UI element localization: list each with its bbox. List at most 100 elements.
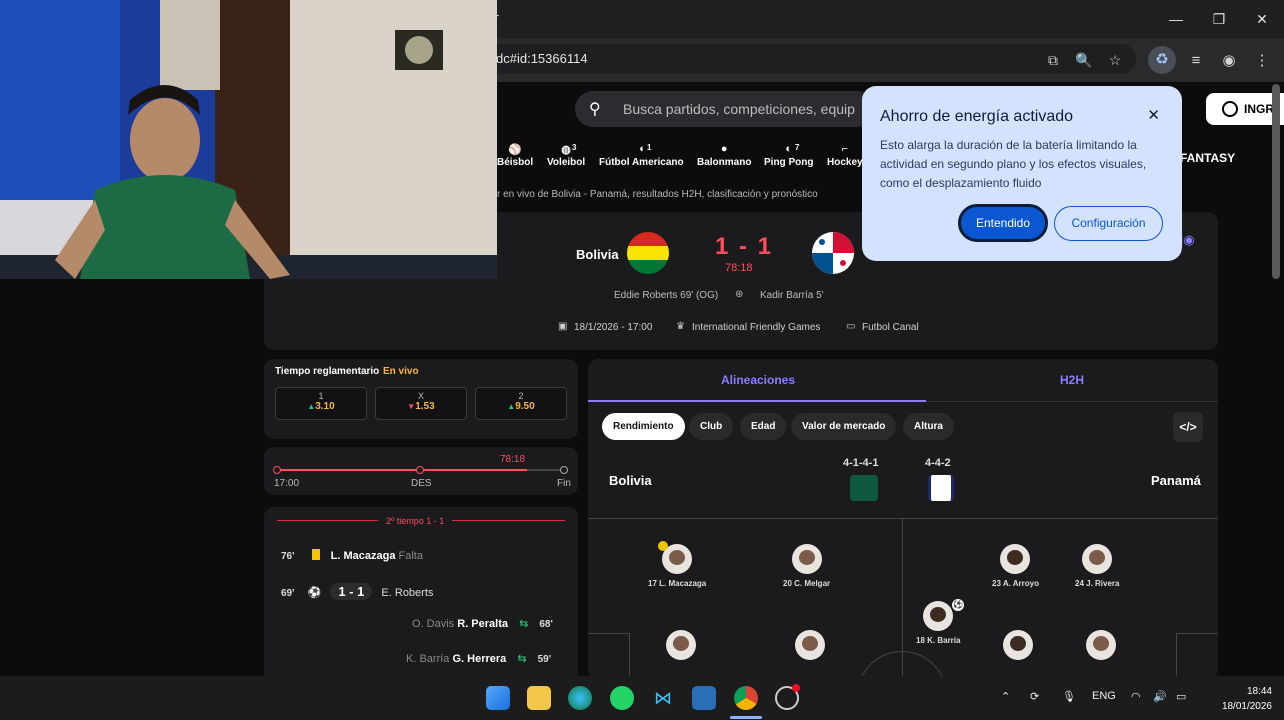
battery-icon[interactable]: ▭ xyxy=(1176,690,1186,703)
energy-saver-popup: Ahorro de energía activado ✕ Esto alarga… xyxy=(862,86,1182,261)
search-icon: ⚲ xyxy=(589,101,601,118)
sport-count: 7 xyxy=(795,143,800,152)
whatsapp-icon[interactable] xyxy=(610,686,634,710)
event-player-out[interactable]: O. Davis xyxy=(412,618,454,630)
chip-market-value[interactable]: Valor de mercado xyxy=(791,413,897,440)
sport-handball[interactable]: ● Balonmano xyxy=(697,143,751,168)
live-badge: En vivo xyxy=(383,366,419,377)
chip-performance[interactable]: Rendimiento xyxy=(602,413,685,440)
odd-value: 9.50 xyxy=(515,401,535,412)
photos-icon[interactable] xyxy=(692,686,716,710)
player-avatar xyxy=(666,630,696,660)
sport-label: Béisbol xyxy=(497,157,534,168)
chrome-icon[interactable] xyxy=(734,686,758,710)
odd-home[interactable]: 1 ▲3.10 xyxy=(275,387,367,420)
player-card[interactable]: 23 A. Arroyo xyxy=(992,544,1039,588)
menu-icon[interactable]: ⋮ xyxy=(1252,51,1272,71)
popup-ok-button[interactable]: Entendido xyxy=(958,204,1048,242)
user-icon xyxy=(1222,101,1238,117)
popup-close-icon[interactable]: ✕ xyxy=(1147,106,1160,124)
away-jersey-icon xyxy=(928,475,954,501)
start-icon[interactable] xyxy=(486,686,510,710)
yellow-card-icon xyxy=(311,549,320,560)
event-minute: 68' xyxy=(539,619,553,630)
microphone-icon[interactable]: 🎙 xyxy=(1062,690,1076,703)
address-bar[interactable]: dc#id:15366114 ⧉ 🔍 ☆ xyxy=(480,44,1136,74)
edge-icon[interactable] xyxy=(568,686,592,710)
page-scrollbar[interactable] xyxy=(1272,84,1280,279)
sport-ping-pong[interactable]: ◐ 7 Ping Pong xyxy=(764,143,813,168)
tv-icon: ▭ xyxy=(846,321,856,332)
url-text[interactable]: dc#id:15366114 xyxy=(496,51,588,66)
event-player[interactable]: L. Macazaga xyxy=(331,550,396,562)
tab-h2h[interactable]: H2H xyxy=(1060,373,1084,387)
reading-list-icon[interactable]: ≡ xyxy=(1186,51,1206,71)
event-minute: 59' xyxy=(537,654,552,665)
player-card[interactable]: 24 J. Rivera xyxy=(1075,544,1119,588)
taskbar: ⋈ ⌃ ⟳ 🎙 ENG ◠ 🔊 ▭ 18:44 18/01/2026 xyxy=(0,676,1284,720)
baseball-icon: ⚾ xyxy=(508,144,522,156)
player-card[interactable] xyxy=(666,630,696,665)
profile-icon[interactable]: ◉ xyxy=(1219,51,1239,71)
period-label: 2º tiempo 1 - 1 xyxy=(378,516,453,526)
zoom-icon[interactable]: 🔍 xyxy=(1075,51,1093,69)
popup-settings-button[interactable]: Configuración xyxy=(1054,206,1163,241)
event-player-in[interactable]: G. Herrera xyxy=(452,653,506,665)
sport-american-football[interactable]: ◖ 1 Fútbol Americano xyxy=(599,143,684,168)
event-score: 1 - 1 xyxy=(330,583,373,600)
player-card[interactable]: 20 C. Melgar xyxy=(783,544,830,588)
event-player-in[interactable]: R. Peralta xyxy=(457,618,508,630)
copilot-icon[interactable]: ⋈ xyxy=(651,686,675,710)
sync-icon[interactable]: ⟳ xyxy=(1030,690,1039,703)
player-card[interactable] xyxy=(1086,630,1116,665)
minimize-button[interactable]: — xyxy=(1165,8,1187,30)
fantasy-link[interactable]: FANTASY xyxy=(1180,151,1235,165)
player-name: 23 A. Arroyo xyxy=(992,579,1039,588)
timeline-start: 17:00 xyxy=(274,478,300,489)
odd-label: 1 xyxy=(318,391,324,401)
competition-link[interactable]: International Friendly Games xyxy=(692,322,820,333)
volume-icon[interactable]: 🔊 xyxy=(1153,690,1167,703)
embed-code-button[interactable]: </> xyxy=(1173,412,1203,442)
sport-baseball[interactable]: ⚾ Béisbol xyxy=(497,143,533,168)
install-icon[interactable]: ⧉ xyxy=(1044,51,1062,69)
energy-saver-icon[interactable]: ♻ xyxy=(1148,46,1176,74)
wifi-icon[interactable]: ◠ xyxy=(1131,690,1141,703)
player-card[interactable]: 17 L. Macazaga xyxy=(648,544,706,588)
timeline-end-dot xyxy=(560,466,568,474)
lineup-away-team: Panamá xyxy=(1151,473,1201,488)
event-player[interactable]: E. Roberts xyxy=(381,587,433,599)
event-player-out[interactable]: K. Barría xyxy=(406,653,449,665)
clock[interactable]: 18:44 18/01/2026 xyxy=(1206,684,1272,714)
bookmark-star-icon[interactable]: ☆ xyxy=(1106,51,1124,69)
player-card[interactable] xyxy=(1003,630,1033,665)
player-card[interactable] xyxy=(795,630,825,665)
search-placeholder: Busca partidos, competiciones, equip xyxy=(623,101,855,117)
odd-away[interactable]: 2 ▲9.50 xyxy=(475,387,567,420)
lineup-home-team: Bolivia xyxy=(609,473,652,488)
odd-value: 1.53 xyxy=(415,401,435,412)
player-avatar xyxy=(1003,630,1033,660)
sport-hockey[interactable]: ⌐ Hockey xyxy=(827,143,863,168)
event-row: 69' ⚽ 1 - 1 E. Roberts xyxy=(281,583,433,600)
file-explorer-icon[interactable] xyxy=(527,686,551,710)
event-row: O. Davis R. Peralta ⇆ 68' xyxy=(412,617,553,630)
breadcrumb: r en vivo de Bolivia - Panamá, resultado… xyxy=(497,189,818,200)
tab-lineups[interactable]: Alineaciones xyxy=(721,373,795,387)
maximize-button[interactable]: ❐ xyxy=(1208,8,1230,30)
timeline-current: 78:18 xyxy=(500,454,526,465)
tray-chevron-icon[interactable]: ⌃ xyxy=(1001,690,1010,703)
odd-draw[interactable]: X ▼1.53 xyxy=(375,387,467,420)
match-score: 1 - 1 xyxy=(715,233,774,260)
ball-icon: ⊛ xyxy=(735,289,744,300)
stats-icon[interactable]: |◉ xyxy=(1180,232,1195,248)
chip-club[interactable]: Club xyxy=(689,413,734,440)
close-window-button[interactable]: ✕ xyxy=(1251,8,1273,30)
sport-volleyball[interactable]: ◍ 3 Voleibol xyxy=(547,143,585,168)
chip-age[interactable]: Edad xyxy=(740,413,787,440)
home-team-name[interactable]: Bolivia xyxy=(576,247,619,262)
language-indicator[interactable]: ENG xyxy=(1092,690,1116,702)
search-box[interactable]: ⚲ Busca partidos, competiciones, equip xyxy=(575,91,875,127)
chip-height[interactable]: Altura xyxy=(903,413,954,440)
sport-label: Fútbol Americano xyxy=(599,157,684,168)
